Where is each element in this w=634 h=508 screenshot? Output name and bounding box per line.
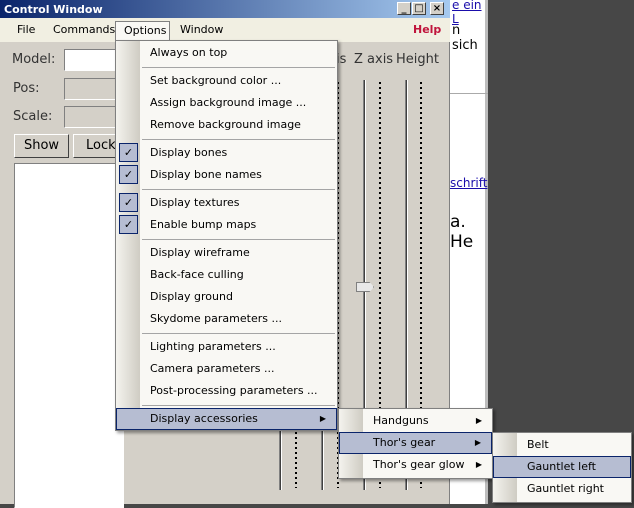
menu-item-assign-background-image[interactable]: Assign background image ... — [116, 92, 337, 114]
height-label: Height — [396, 52, 439, 67]
menu-item-label: Display bone names — [150, 168, 262, 181]
menu-item-set-background-color[interactable]: Set background color ... — [116, 70, 337, 92]
menu-item-label: Set background color ... — [150, 74, 282, 87]
menu-item-display-ground[interactable]: Display ground — [116, 286, 337, 308]
menu-item-label: Thor's gear — [373, 436, 436, 449]
menu-item-label: Gauntlet left — [527, 460, 596, 473]
menu-item-display-bone-names[interactable]: ✓ Display bone names — [116, 164, 337, 186]
menu-item-label: Post-processing parameters ... — [150, 384, 318, 397]
page-text: a. He — [450, 212, 474, 252]
menu-separator — [142, 139, 335, 140]
menu-commands[interactable]: Commands — [53, 23, 115, 36]
menu-item-label: Belt — [527, 438, 549, 451]
minimize-button[interactable]: _ — [397, 2, 411, 15]
close-button[interactable]: × — [430, 2, 444, 15]
menu-item-label: Always on top — [150, 46, 228, 59]
menu-item-label: Lighting parameters ... — [150, 340, 276, 353]
menu-item-label: Gauntlet right — [527, 482, 604, 495]
z-axis-label: Z axis — [354, 52, 394, 67]
menu-separator — [142, 189, 335, 190]
page-text: n sich — [452, 23, 478, 53]
menu-item-always-on-top[interactable]: Always on top — [116, 42, 337, 64]
menu-item-display-accessories[interactable]: Display accessories ▶ — [116, 408, 337, 430]
menu-item-label: Enable bump maps — [150, 218, 257, 231]
menu-item-gauntlet-right[interactable]: Gauntlet right — [493, 478, 631, 500]
menu-item-post-processing-parameters[interactable]: Post-processing parameters ... — [116, 380, 337, 402]
menu-item-enable-bump-maps[interactable]: ✓ Enable bump maps — [116, 214, 337, 236]
menu-item-label: Display textures — [150, 196, 240, 209]
menu-item-label: Thor's gear glow — [373, 458, 465, 471]
title-bar[interactable]: Control Window — [0, 0, 450, 18]
menu-item-label: Skydome parameters ... — [150, 312, 282, 325]
list-box[interactable] — [14, 163, 124, 508]
menu-item-back-face-culling[interactable]: Back-face culling — [116, 264, 337, 286]
submenu-arrow-icon: ▶ — [319, 414, 326, 423]
page-link[interactable]: schrift — [450, 176, 487, 190]
pos-label: Pos: — [13, 81, 40, 96]
menu-item-camera-parameters[interactable]: Camera parameters ... — [116, 358, 337, 380]
page-divider — [450, 93, 488, 94]
checkmark-icon: ✓ — [119, 193, 138, 212]
checkmark-icon: ✓ — [119, 165, 138, 184]
menu-item-label: Assign background image ... — [150, 96, 307, 109]
thors-gear-submenu: Belt Gauntlet left Gauntlet right — [492, 432, 632, 503]
menu-item-thor-s-gear[interactable]: Thor's gear ▶ — [339, 432, 492, 454]
options-menu: Always on top Set background color ... Ass… — [115, 40, 338, 431]
menu-item-label: Back-face culling — [150, 268, 244, 281]
accessories-submenu: Handguns ▶ Thor's gear ▶ Thor's gear glow ▶ — [338, 408, 493, 479]
z-axis-slider-thumb[interactable] — [356, 282, 374, 292]
menu-item-label: Handguns — [373, 414, 429, 427]
menu-item-label: Display accessories — [150, 412, 258, 425]
maximize-button[interactable]: □ — [412, 2, 426, 15]
menu-window[interactable]: Window — [180, 23, 223, 36]
menu-item-belt[interactable]: Belt — [493, 434, 631, 456]
window-title: Control Window — [4, 3, 103, 16]
submenu-arrow-icon: ▶ — [475, 416, 482, 425]
menu-item-label: Display bones — [150, 146, 228, 159]
submenu-arrow-icon: ▶ — [475, 460, 482, 469]
menu-item-handguns[interactable]: Handguns ▶ — [339, 410, 492, 432]
scale-label: Scale: — [13, 109, 53, 124]
menu-item-thor-s-gear-glow[interactable]: Thor's gear glow ▶ — [339, 454, 492, 476]
model-label: Model: — [12, 52, 56, 67]
menu-separator — [142, 333, 335, 334]
checkmark-icon: ✓ — [119, 143, 138, 162]
menu-item-display-textures[interactable]: ✓ Display textures — [116, 192, 337, 214]
menu-separator — [142, 239, 335, 240]
menu-item-label: Display ground — [150, 290, 233, 303]
menu-help[interactable]: Help — [413, 23, 441, 36]
menu-item-gauntlet-left[interactable]: Gauntlet left — [493, 456, 631, 478]
menu-separator — [142, 67, 335, 68]
menu-file[interactable]: File — [17, 23, 35, 36]
menu-item-skydome-parameters[interactable]: Skydome parameters ... — [116, 308, 337, 330]
submenu-arrow-icon: ▶ — [474, 438, 481, 447]
menu-bar: File Commands Options Window Help — [0, 18, 450, 43]
menu-item-label: Remove background image — [150, 118, 301, 131]
menu-item-display-wireframe[interactable]: Display wireframe — [116, 242, 337, 264]
checkmark-icon: ✓ — [119, 215, 138, 234]
menu-item-remove-background-image[interactable]: Remove background image — [116, 114, 337, 136]
menu-item-label: Camera parameters ... — [150, 362, 275, 375]
menu-separator — [142, 405, 335, 406]
menu-item-display-bones[interactable]: ✓ Display bones — [116, 142, 337, 164]
show-button[interactable]: Show — [14, 134, 69, 158]
menu-item-label: Display wireframe — [150, 246, 250, 259]
menu-item-lighting-parameters[interactable]: Lighting parameters ... — [116, 336, 337, 358]
